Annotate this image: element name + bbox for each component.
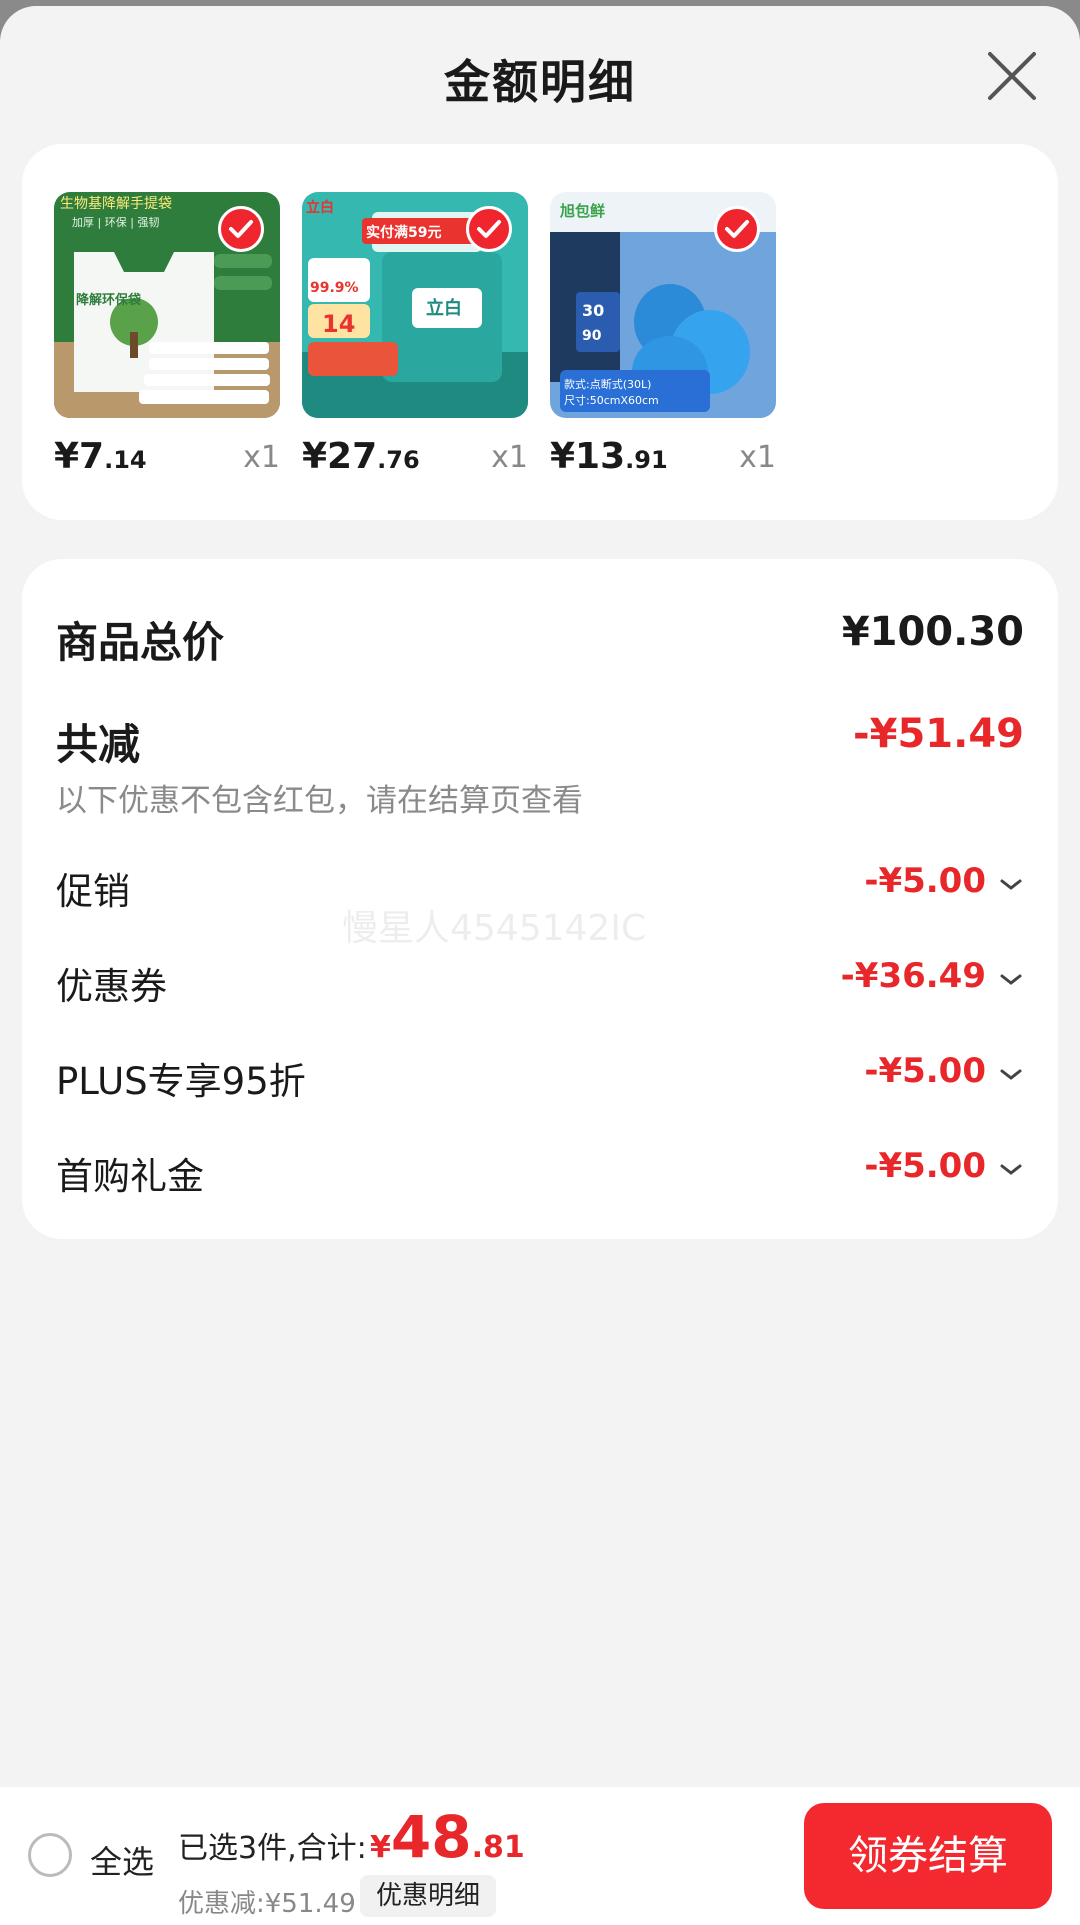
svg-text:降解环保袋: 降解环保袋 [76, 292, 142, 308]
total-reduce-value: -¥51.49 [853, 711, 1024, 757]
svg-text:款式:点断式(30L): 款式:点断式(30L) [564, 377, 651, 391]
svg-text:尺寸:50cmX60cm: 尺寸:50cmX60cm [564, 393, 659, 407]
svg-text:加厚 | 环保 | 强韧: 加厚 | 环保 | 强韧 [72, 215, 159, 229]
total-price-label: 商品总价 [56, 618, 225, 667]
amount-detail-sheet: 金额明细 生物基降解手提袋 加厚 | 环保 | 强韧 降解环保袋 ¥7.14 x… [0, 6, 1080, 1925]
discount-value: -¥5.00 [864, 861, 986, 901]
svg-text:30: 30 [582, 301, 604, 320]
chevron-down-icon[interactable] [998, 875, 1024, 895]
discount-row-first-purchase[interactable]: 首购礼金 -¥5.00 [56, 1146, 1024, 1206]
select-all-label[interactable]: 全选 [90, 1837, 154, 1883]
close-button[interactable] [984, 48, 1040, 104]
product-item[interactable]: 旭包鲜 30 90 款式:点断式(30L) 尺寸:50cmX60cm ¥13.9… [550, 192, 776, 477]
discount-summary-text: 优惠减:¥51.49 [178, 1889, 356, 1919]
sheet-title: 金额明细 [444, 55, 636, 109]
chevron-down-icon[interactable] [998, 970, 1024, 990]
product-price: ¥13.91 [550, 436, 668, 477]
checkout-bar: 全选 已选3件,合计: ¥48.81 优惠减:¥51.49 优惠明细 领券结算 [0, 1787, 1080, 1925]
selected-count-text: 已选3件,合计: [178, 1831, 367, 1866]
product-quantity: x1 [243, 440, 280, 475]
product-item[interactable]: 立白 实付满59元 99.9% 14 立白 ¥27.76 x1 [302, 192, 528, 477]
discount-label: 促销 [56, 870, 130, 913]
svg-text:90: 90 [582, 328, 602, 344]
product-price-row: ¥7.14 x1 [54, 436, 280, 480]
checkout-button[interactable]: 领券结算 [804, 1803, 1052, 1909]
svg-text:实付满59元: 实付满59元 [366, 224, 441, 241]
product-quantity: x1 [491, 440, 528, 475]
product-price: ¥7.14 [54, 436, 147, 477]
chevron-down-icon[interactable] [998, 1160, 1024, 1180]
total-amount: ¥48.81 [370, 1803, 525, 1871]
selected-check-icon[interactable] [218, 206, 264, 252]
discount-value: -¥5.00 [864, 1051, 986, 1091]
product-thumbnail: 生物基降解手提袋 加厚 | 环保 | 强韧 降解环保袋 [54, 192, 280, 418]
product-price-row: ¥27.76 x1 [302, 436, 528, 480]
discount-row-coupon[interactable]: 优惠券 -¥36.49 [56, 956, 1024, 1016]
discount-label: PLUS专享95折 [56, 1060, 306, 1103]
product-item[interactable]: 生物基降解手提袋 加厚 | 环保 | 强韧 降解环保袋 ¥7.14 x1 [54, 192, 280, 477]
selected-check-icon[interactable] [466, 206, 512, 252]
svg-text:旭包鲜: 旭包鲜 [559, 202, 605, 220]
discount-value: -¥5.00 [864, 1146, 986, 1186]
discount-detail-button[interactable]: 优惠明细 [360, 1875, 497, 1917]
svg-text:14: 14 [322, 310, 355, 338]
chevron-down-icon[interactable] [998, 1065, 1024, 1085]
discount-note: 以下优惠不包含红包，请在结算页查看 [56, 783, 583, 819]
discount-label: 优惠券 [56, 965, 167, 1008]
product-thumbnail: 立白 实付满59元 99.9% 14 立白 [302, 192, 528, 418]
total-reduce-label: 共减 [56, 720, 141, 769]
svg-text:99.9%: 99.9% [310, 280, 359, 296]
selected-check-icon[interactable] [714, 206, 760, 252]
product-price-row: ¥13.91 x1 [550, 436, 776, 480]
discount-row-plus[interactable]: PLUS专享95折 -¥5.00 [56, 1051, 1024, 1111]
total-reduce-row: 共减 -¥51.49 [56, 711, 1024, 771]
product-thumbnail: 旭包鲜 30 90 款式:点断式(30L) 尺寸:50cmX60cm [550, 192, 776, 418]
discount-row-promotion[interactable]: 促销 -¥5.00 [56, 861, 1024, 921]
discount-label: 首购礼金 [56, 1155, 204, 1198]
total-price-row: 商品总价 ¥100.30 [56, 609, 1024, 669]
product-quantity: x1 [739, 440, 776, 475]
price-summary-card: 商品总价 ¥100.30 共减 -¥51.49 以下优惠不包含红包，请在结算页查… [22, 559, 1058, 1239]
svg-text:生物基降解手提袋: 生物基降解手提袋 [60, 195, 172, 212]
sheet-header: 金额明细 [0, 6, 1080, 146]
products-card: 生物基降解手提袋 加厚 | 环保 | 强韧 降解环保袋 ¥7.14 x1 立白 … [22, 144, 1058, 520]
svg-text:立白: 立白 [426, 297, 462, 319]
discount-value: -¥36.49 [840, 956, 986, 996]
total-price-value: ¥100.30 [841, 609, 1024, 655]
select-all-radio[interactable] [28, 1833, 72, 1877]
svg-text:立白: 立白 [306, 199, 334, 216]
product-price: ¥27.76 [302, 436, 420, 477]
close-icon [988, 52, 1036, 100]
